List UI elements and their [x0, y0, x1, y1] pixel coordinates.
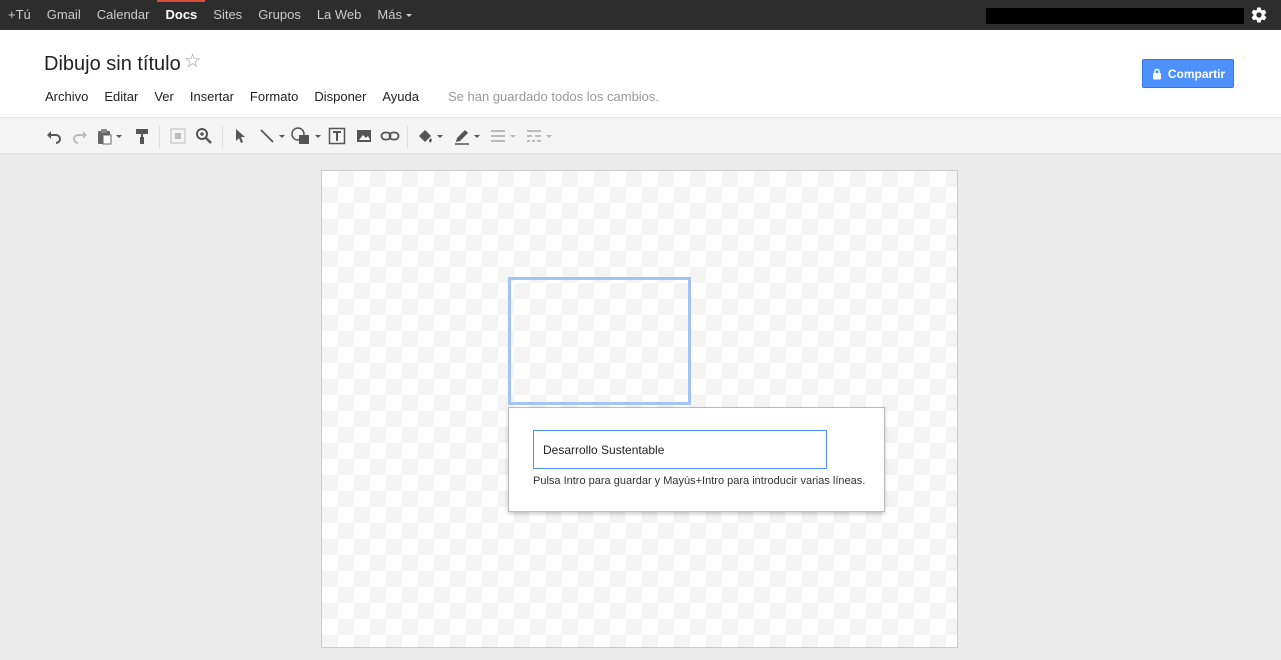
toolbar: [0, 118, 1281, 154]
save-status: Se han guardado todos los cambios.: [448, 89, 660, 104]
text-box-icon: [328, 127, 346, 145]
undo-button[interactable]: [45, 126, 63, 146]
share-label: Compartir: [1167, 66, 1226, 81]
chevron-down-icon: [116, 134, 122, 138]
doc-title[interactable]: Dibujo sin título: [44, 53, 181, 76]
gbar-link-gmail[interactable]: Gmail: [39, 0, 89, 30]
lock-icon: [1152, 68, 1161, 79]
select-button[interactable]: [232, 126, 248, 146]
gbar-link-docs[interactable]: Docs: [157, 0, 206, 30]
link-button[interactable]: [380, 126, 400, 146]
chevron-down-icon: [315, 134, 321, 138]
chevron-down-icon: [546, 134, 552, 138]
menu-disponer[interactable]: Disponer: [306, 88, 374, 106]
gbar-link-plus[interactable]: +Tú: [0, 0, 39, 30]
line-button[interactable]: [258, 126, 285, 146]
google-bar-links: +Tú Gmail Calendar Docs Sites Grupos La …: [0, 0, 420, 30]
line-color-button[interactable]: [453, 126, 480, 146]
chevron-down-icon: [405, 14, 412, 18]
paint-format-icon: [136, 129, 148, 144]
menu-insertar[interactable]: Insertar: [182, 88, 242, 106]
gear-icon[interactable]: [1250, 6, 1268, 24]
select-icon: [236, 129, 245, 143]
text-box-button[interactable]: [328, 126, 346, 146]
fit-button[interactable]: [169, 126, 187, 146]
fill-color-icon: [419, 130, 432, 143]
image-icon: [357, 130, 371, 142]
line-color-icon: [455, 130, 469, 145]
paste-button[interactable]: [97, 126, 122, 146]
fill-color-button[interactable]: [416, 126, 443, 146]
text-entry-input[interactable]: [533, 430, 827, 469]
gbar-link-more[interactable]: Más: [369, 0, 420, 30]
star-icon[interactable]: ☆: [184, 52, 201, 72]
paste-icon: [98, 129, 112, 145]
undo-icon: [47, 131, 61, 144]
shape-button[interactable]: [290, 126, 321, 146]
image-button[interactable]: [355, 126, 373, 146]
chevron-down-icon: [437, 134, 443, 138]
text-entry-hint: Pulsa Intro para guardar y Mayús+Intro p…: [533, 475, 866, 487]
line-dash-button[interactable]: [525, 126, 552, 146]
chevron-down-icon: [474, 134, 480, 138]
selected-shape[interactable]: [508, 277, 691, 405]
menu-formato[interactable]: Formato: [242, 88, 306, 106]
link-icon: [380, 131, 400, 141]
toolbar-separator: [222, 126, 223, 148]
chevron-down-icon: [510, 134, 516, 138]
menu-bar: Archivo Editar Ver Insertar Formato Disp…: [37, 88, 427, 106]
zoom-button[interactable]: [195, 126, 213, 146]
google-bar: +Tú Gmail Calendar Docs Sites Grupos La …: [0, 0, 1281, 30]
gbar-link-grupos[interactable]: Grupos: [250, 0, 309, 30]
menu-archivo[interactable]: Archivo: [37, 88, 96, 106]
line-weight-icon: [491, 130, 505, 142]
share-button[interactable]: Compartir: [1142, 59, 1234, 88]
redo-icon: [73, 131, 87, 144]
gbar-more-label: Más: [377, 7, 402, 22]
zoom-icon: [196, 128, 212, 144]
gbar-link-web[interactable]: La Web: [309, 0, 370, 30]
gbar-link-sites[interactable]: Sites: [205, 0, 250, 30]
menu-editar[interactable]: Editar: [96, 88, 146, 106]
toolbar-separator: [407, 126, 408, 148]
line-dash-icon: [527, 130, 541, 142]
menu-ayuda[interactable]: Ayuda: [374, 88, 427, 106]
menu-ver[interactable]: Ver: [146, 88, 182, 106]
paint-format-button[interactable]: [134, 126, 150, 146]
redo-button[interactable]: [71, 126, 89, 146]
text-entry-popup: Pulsa Intro para guardar y Mayús+Intro p…: [508, 407, 885, 512]
account-field[interactable]: [986, 8, 1244, 24]
line-icon: [260, 129, 274, 143]
chevron-down-icon: [279, 134, 285, 138]
doc-header: Dibujo sin título ☆ Archivo Editar Ver I…: [0, 30, 1281, 118]
toolbar-separator: [159, 126, 160, 148]
line-weight-button[interactable]: [489, 126, 516, 146]
shape-icon: [291, 127, 309, 144]
fit-icon: [170, 128, 186, 144]
gbar-link-calendar[interactable]: Calendar: [89, 0, 158, 30]
